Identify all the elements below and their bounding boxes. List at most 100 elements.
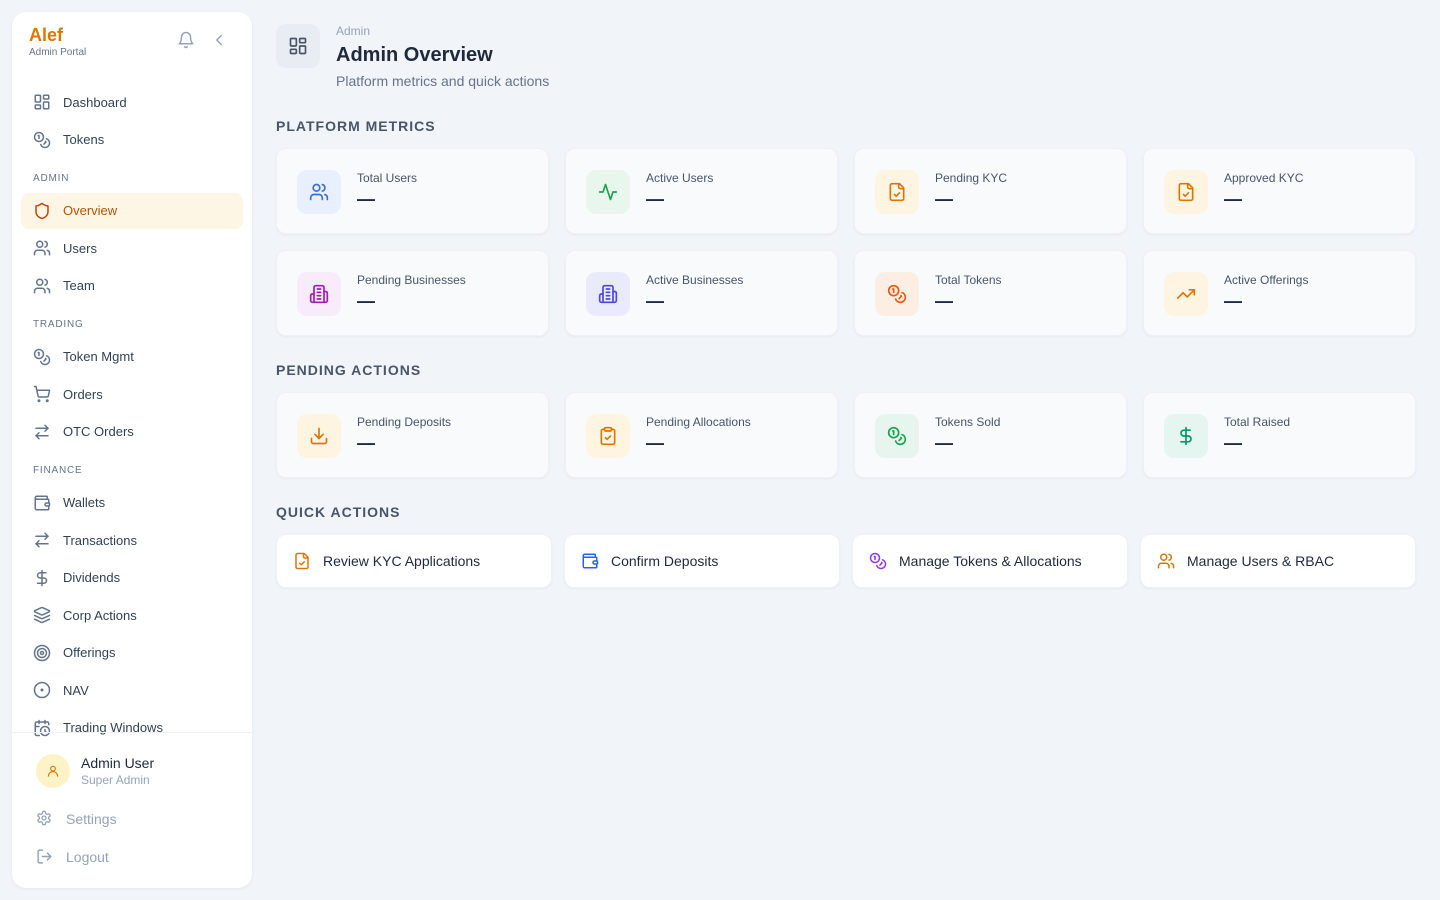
quick-action-confirm-deposits[interactable]: Confirm Deposits [564, 534, 840, 588]
logout-icon [36, 848, 54, 866]
sidebar-item-corp-actions[interactable]: Corp Actions [21, 597, 243, 633]
quick-action-label: Manage Users & RBAC [1187, 553, 1335, 569]
user-name: Admin User [81, 755, 155, 771]
metric-card-tokens-sold: Tokens Sold — [854, 392, 1127, 478]
metric-label: Pending Deposits [357, 415, 452, 429]
sidebar-item-transactions[interactable]: Transactions [21, 522, 243, 558]
metric-label: Pending Allocations [646, 415, 751, 429]
building-icon [586, 272, 630, 316]
sidebar-divider [12, 732, 252, 733]
section-title-platform-metrics: PLATFORM METRICS [276, 118, 436, 134]
sidebar-item-dashboard[interactable]: Dashboard [21, 84, 243, 120]
quick-action-manage-users-and-rbac[interactable]: Manage Users & RBAC [1140, 534, 1416, 588]
nav-section-finance: FINANCE [33, 464, 83, 476]
quick-action-label: Confirm Deposits [611, 553, 719, 569]
user-role: Super Admin [81, 773, 150, 787]
sidebar-item-label: Users [63, 240, 97, 256]
sidebar-item-wallets[interactable]: Wallets [21, 485, 243, 521]
metric-value: — [935, 291, 953, 311]
sidebar-item-nav[interactable]: NAV [21, 672, 243, 708]
sidebar-item-token-mgmt[interactable]: Token Mgmt [21, 339, 243, 375]
dashboard-icon [33, 93, 51, 111]
coins-icon [875, 272, 919, 316]
layers-icon [33, 606, 51, 624]
metric-value: — [357, 433, 375, 453]
sidebar-item-tokens[interactable]: Tokens [21, 122, 243, 158]
bell-icon[interactable] [177, 31, 197, 51]
trending-up-icon [1164, 272, 1208, 316]
sidebar-item-label: Token Mgmt [63, 349, 134, 364]
users-icon [33, 239, 51, 257]
section-title-pending-actions: PENDING ACTIONS [276, 362, 422, 378]
metric-card-pending-deposits: Pending Deposits — [276, 392, 549, 478]
logout-button[interactable]: Logout [36, 848, 109, 866]
metric-value: — [646, 433, 664, 453]
metric-value: — [1224, 189, 1242, 209]
section-title-quick-actions: QUICK ACTIONS [276, 504, 401, 520]
metric-card-total-tokens: Total Tokens — [854, 250, 1127, 336]
sidebar-item-label: Orders [63, 386, 103, 402]
metric-label: Active Offerings [1224, 273, 1309, 287]
page-title: Admin Overview [336, 44, 493, 66]
sidebar-item-overview[interactable]: Overview [21, 192, 243, 229]
metric-value: — [646, 291, 664, 311]
dashboard-icon [276, 24, 320, 68]
coins-icon [869, 552, 887, 570]
sidebar-item-otc-orders[interactable]: OTC Orders [21, 414, 243, 450]
file-check-icon [875, 170, 919, 214]
sidebar-item-label: NAV [63, 682, 89, 698]
breadcrumb[interactable]: Admin [336, 24, 370, 38]
metric-card-pending-businesses: Pending Businesses — [276, 250, 549, 336]
wallet-icon [33, 494, 51, 512]
metric-value: — [935, 433, 953, 453]
users-icon [33, 277, 51, 295]
metric-card-pending-kyc: Pending KYC — [854, 148, 1127, 234]
arrows-icon [33, 423, 51, 441]
sidebar-nav: Dashboard Tokens ADMIN Overview Users Team TRA… [21, 84, 243, 747]
metric-label: Pending KYC [935, 171, 1008, 185]
sidebar-item-offerings[interactable]: Offerings [21, 635, 243, 671]
sidebar-item-trading-windows[interactable]: Trading Windows [21, 710, 243, 746]
sidebar-item-label: Dashboard [63, 94, 127, 110]
user-profile[interactable]: Admin User Super Admin [36, 754, 154, 788]
metrics-row-1: Total Users — Active Users — Pending KYC — App… [276, 148, 1416, 234]
sidebar-item-label: Team [63, 278, 95, 293]
sidebar-item-orders[interactable]: Orders [21, 376, 243, 412]
metric-value: — [646, 189, 664, 209]
metrics-row-2: Pending Businesses — Active Businesses — Tot… [276, 250, 1416, 336]
settings-label: Settings [66, 811, 117, 827]
settings-button[interactable]: Settings [36, 810, 117, 828]
wallet-icon [581, 552, 599, 570]
logout-label: Logout [66, 849, 109, 865]
sidebar-item-label: Transactions [63, 532, 137, 548]
calendar-clock-icon [33, 719, 51, 737]
metric-value: — [357, 189, 375, 209]
sidebar-item-users[interactable]: Users [21, 230, 243, 266]
page-subtitle: Platform metrics and quick actions [336, 73, 550, 89]
metric-value: — [1224, 433, 1242, 453]
circle-dot-icon [33, 681, 51, 699]
quick-action-review-kyc-applications[interactable]: Review KYC Applications [276, 534, 552, 588]
metric-label: Pending Businesses [357, 273, 466, 287]
metric-card-active-users: Active Users — [565, 148, 838, 234]
file-check-icon [293, 552, 311, 570]
target-icon [33, 644, 51, 662]
metric-card-total-raised: Total Raised — [1143, 392, 1416, 478]
coins-icon [33, 131, 51, 149]
nav-section-admin: ADMIN [33, 172, 70, 184]
sidebar-item-dividends[interactable]: Dividends [21, 560, 243, 596]
chevron-left-icon[interactable] [210, 31, 230, 51]
brand: Alef Admin Portal [29, 25, 86, 58]
file-check-icon [1164, 170, 1208, 214]
sidebar-item-team[interactable]: Team [21, 268, 243, 304]
metric-label: Total Raised [1224, 415, 1291, 429]
shield-icon [33, 202, 51, 220]
brand-subtitle: Admin Portal [29, 47, 87, 58]
metric-value: — [1224, 291, 1242, 311]
quick-action-manage-tokens-and-allocations[interactable]: Manage Tokens & Allocations [852, 534, 1128, 588]
metric-label: Total Users [357, 171, 418, 185]
pending-actions-row: Pending Deposits — Pending Allocations — Tok… [276, 392, 1416, 478]
metric-label: Active Users [646, 171, 714, 185]
metric-card-total-users: Total Users — [276, 148, 549, 234]
sidebar-item-label: Overview [63, 203, 118, 218]
